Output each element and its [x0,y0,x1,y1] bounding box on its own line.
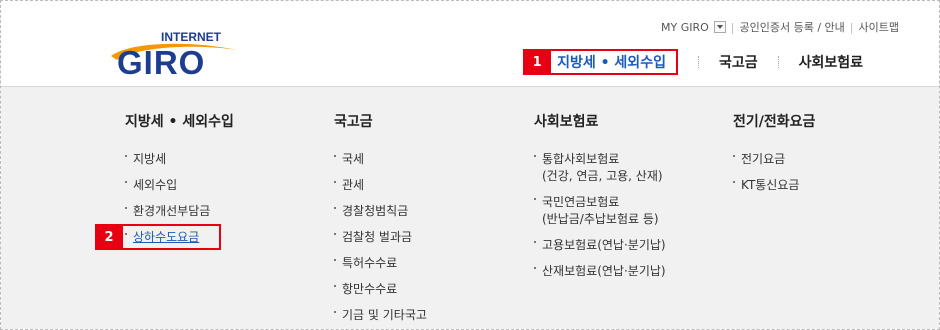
menu-item-water-sewer-fee[interactable]: 2 상하수도요금 [95,224,234,250]
menu-item-police-fine[interactable]: 경찰청범칙금 [334,203,427,220]
step-badge-2: 2 [95,224,123,250]
separator: | [849,20,854,34]
logo-internet-text: INTERNET [161,30,222,44]
menu-column-national-treasury: 국고금 국세 관세 경찰청범칙금 검찰청 벌과금 특허수수료 항만수수료 기금 … [334,111,427,330]
menu-item-employment-insurance[interactable]: 고용보험료(연납·분기납) [534,237,666,254]
menu-column-local-tax: 지방세 • 세외수입 지방세 세외수입 환경개선부담금 2 상하수도요금 [95,111,234,255]
menu-item-industrial-accident[interactable]: 산재보험료(연납·분기납) [534,263,666,280]
sitemap-link[interactable]: 사이트맵 [859,19,899,35]
menu-column-utilities: 전기/전화요금 전기요금 KT통신요금 [733,111,815,203]
menu-item-kt-telecom[interactable]: KT통신요금 [733,177,815,194]
logo-giro-text: GIRO [117,44,205,80]
menu-item-national-tax[interactable]: 국세 [334,151,427,168]
mega-menu: 지방세 • 세외수입 지방세 세외수입 환경개선부담금 2 상하수도요금 국고금… [1,86,939,329]
menu-item-national-pension[interactable]: 국민연금보험료 (반납금/추납보험료 등) [534,194,666,228]
step-badge-1: 1 [523,49,552,75]
menu-item-port-fee[interactable]: 항만수수료 [334,281,427,298]
highlight-box-1: 1 지방세 • 세외수입 [523,49,678,75]
separator: | [730,20,735,34]
main-nav: 1 지방세 • 세외수입 국고금 사회보험료 [523,49,863,75]
utility-nav: MY GIRO | 공인인증서 등록 / 안내 | 사이트맵 [661,19,899,35]
nav-divider [697,56,699,68]
nav-item-national-treasury[interactable]: 국고금 [719,52,758,72]
certificate-link[interactable]: 공인인증서 등록 / 안내 [740,19,845,35]
menu-item-prosecution-fine[interactable]: 검찰청 벌과금 [334,229,427,246]
column-title: 지방세 • 세외수입 [125,114,234,130]
menu-column-social-insurance: 사회보험료 통합사회보험료 (건강, 연금, 고용, 산재) 국민연금보험료 (… [534,111,666,289]
column-title: 전기/전화요금 [733,114,816,130]
column-title: 사회보험료 [534,114,599,130]
menu-item-electricity[interactable]: 전기요금 [733,151,815,168]
nav-divider [777,56,779,68]
my-giro-link[interactable]: MY GIRO [661,21,709,34]
nav-item-local-tax[interactable]: 지방세 • 세외수입 [551,52,672,72]
menu-item-local-tax[interactable]: 지방세 [125,151,234,168]
menu-item-environment-charge[interactable]: 환경개선부담금 [125,203,234,220]
menu-item-patent-fee[interactable]: 특허수수료 [334,255,427,272]
chevron-down-icon[interactable] [713,21,726,33]
menu-item-funds-other[interactable]: 기금 및 기타국고 [334,307,427,324]
menu-item-non-tax-revenue[interactable]: 세외수입 [125,177,234,194]
menu-item-customs[interactable]: 관세 [334,177,427,194]
nav-item-social-insurance[interactable]: 사회보험료 [799,52,863,72]
header: INTERNET GIRO MY GIRO | 공인인증서 등록 / 안내 | … [1,1,939,86]
menu-item-integrated-insurance[interactable]: 통합사회보험료 (건강, 연금, 고용, 산재) [534,151,666,185]
column-title: 국고금 [334,114,373,130]
giro-logo[interactable]: INTERNET GIRO [109,30,239,80]
